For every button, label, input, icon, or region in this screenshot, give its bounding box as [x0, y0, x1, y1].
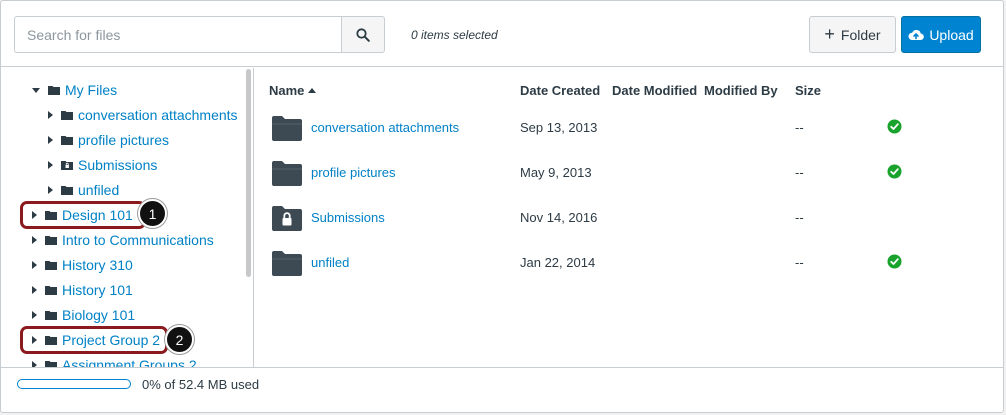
folder-icon	[61, 136, 73, 145]
tree-item-profile-pictures[interactable]: profile pictures	[48, 130, 169, 150]
cloud-upload-icon	[908, 29, 925, 40]
folder-icon	[61, 186, 73, 195]
table-row[interactable]: profile pictures May 9, 2013 --	[255, 157, 1003, 202]
tree-item-history-310[interactable]: History 310	[32, 255, 133, 275]
file-name-link[interactable]: conversation attachments	[311, 120, 459, 135]
storage-footer: 0% of 52.4 MB used	[1, 367, 1003, 412]
column-header-label: Name	[269, 83, 305, 98]
caret-right-icon[interactable]	[32, 286, 37, 294]
tree-item-label: Biology 101	[62, 307, 136, 323]
caret-right-icon[interactable]	[32, 261, 37, 269]
caret-right-icon[interactable]	[48, 111, 53, 119]
folder-icon	[45, 361, 57, 367]
file-size: --	[795, 210, 804, 225]
tree-item-biology-101[interactable]: Biology 101	[32, 305, 135, 325]
caret-down-icon[interactable]	[32, 87, 40, 93]
tree-scrollbar[interactable]	[246, 69, 251, 277]
column-header-modified-by[interactable]: Modified By	[704, 83, 778, 98]
table-row[interactable]: Submissions Nov 14, 2016 --	[255, 202, 1003, 247]
folder-icon	[45, 311, 57, 320]
tree-item-label: unfiled	[78, 182, 120, 198]
folder-icon	[45, 286, 57, 295]
caret-right-icon[interactable]	[48, 136, 53, 144]
tree-item-label: Submissions	[78, 157, 158, 173]
folder-icon	[48, 86, 60, 95]
file-list: Name Date Created Date Modified Modified…	[255, 68, 1003, 367]
file-name-link[interactable]: profile pictures	[311, 165, 396, 180]
column-header-size[interactable]: Size	[795, 83, 821, 98]
plus-icon: +	[824, 23, 835, 44]
table-row[interactable]: unfiled Jan 22, 2014 --	[255, 247, 1003, 292]
published-icon[interactable]	[887, 164, 902, 179]
callout-number: 1	[148, 205, 157, 222]
search-icon	[356, 27, 370, 42]
tree-item-intro-to-communications[interactable]: Intro to Communications	[32, 230, 214, 250]
tree-item-label: Intro to Communications	[62, 232, 214, 248]
callout-badge-2: 2	[165, 325, 194, 354]
date-created: May 9, 2013	[520, 165, 592, 180]
file-size: --	[795, 165, 804, 180]
tree-item-label: Assignment Groups 2	[62, 357, 197, 367]
folder-icon	[272, 251, 302, 276]
search-button[interactable]	[341, 16, 385, 53]
callout-badge-1: 1	[138, 199, 167, 228]
quota-progress-bar	[17, 379, 131, 389]
callout-highlight-1	[20, 201, 146, 229]
published-icon[interactable]	[887, 254, 902, 269]
caret-right-icon[interactable]	[32, 311, 37, 319]
tree-item-history-101[interactable]: History 101	[32, 280, 133, 300]
callout-highlight-2	[20, 326, 168, 354]
tree-item-label: History 310	[62, 257, 133, 273]
column-header-date-created[interactable]: Date Created	[520, 83, 600, 98]
table-row[interactable]: conversation attachments Sep 13, 2013 --	[255, 112, 1003, 157]
folder-icon	[45, 261, 57, 270]
add-folder-button[interactable]: + Folder	[809, 16, 896, 53]
file-size: --	[795, 255, 804, 270]
date-created: Jan 22, 2014	[520, 255, 596, 270]
tree-item-conversation-attachments[interactable]: conversation attachments	[48, 105, 238, 125]
date-created: Sep 13, 2013	[520, 120, 598, 135]
upload-button[interactable]: Upload	[901, 16, 981, 53]
callout-number: 2	[175, 331, 184, 348]
folder-tree: My Files conversation attachments profil…	[1, 68, 254, 367]
caret-right-icon[interactable]	[48, 161, 53, 169]
caret-right-icon[interactable]	[32, 236, 37, 244]
add-folder-label: Folder	[840, 26, 881, 43]
folder-icon	[272, 161, 302, 186]
published-icon[interactable]	[887, 119, 902, 134]
folder-icon	[61, 111, 73, 120]
file-name-link[interactable]: Submissions	[311, 210, 385, 225]
sort-ascending-icon	[308, 88, 317, 93]
tree-item-label: conversation attachments	[78, 107, 238, 123]
folder-icon	[45, 236, 57, 245]
tree-item-label: History 101	[62, 282, 133, 298]
date-created: Nov 14, 2016	[520, 210, 598, 225]
search-input[interactable]	[14, 16, 341, 53]
column-header-date-modified[interactable]: Date Modified	[612, 83, 697, 98]
upload-label: Upload	[929, 26, 974, 43]
locked-folder-icon	[272, 206, 302, 231]
quota-text: 0% of 52.4 MB used	[142, 377, 260, 392]
file-name-link[interactable]: unfiled	[311, 255, 349, 270]
files-window: 0 items selected + Folder Upload My File…	[0, 0, 1004, 413]
tree-item-label: My Files	[65, 82, 118, 98]
tree-item-submissions[interactable]: Submissions	[48, 155, 157, 175]
column-header-name[interactable]: Name	[269, 83, 317, 98]
tree-item-assignment-groups-2[interactable]: Assignment Groups 2	[32, 355, 197, 367]
tree-item-unfiled[interactable]: unfiled	[48, 180, 119, 200]
folder-icon	[272, 116, 302, 141]
file-size: --	[795, 120, 804, 135]
files-toolbar: 0 items selected + Folder Upload	[1, 1, 1003, 67]
locked-folder-icon	[61, 161, 73, 170]
tree-item-my-files[interactable]: My Files	[32, 80, 117, 100]
selected-count: 0 items selected	[411, 28, 498, 42]
tree-item-label: profile pictures	[78, 132, 170, 148]
caret-right-icon[interactable]	[48, 186, 53, 194]
